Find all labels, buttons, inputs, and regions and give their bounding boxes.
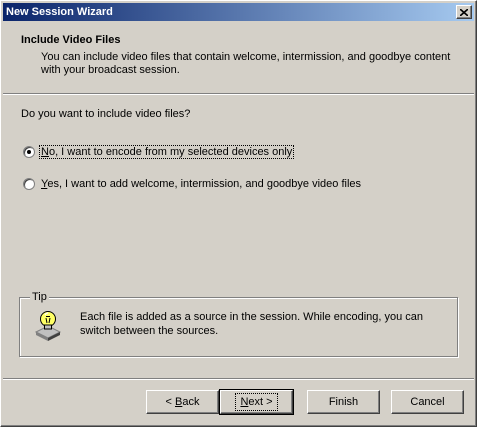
access-key: N	[41, 146, 49, 158]
window-title: New Session Wizard	[6, 6, 113, 18]
label-text: ack	[182, 396, 200, 408]
label-text: es, I want to add welcome, intermission,…	[47, 178, 361, 190]
tip-text: Each file is added as a source in the se…	[80, 311, 424, 337]
cancel-button-label: Cancel	[410, 396, 445, 408]
lightbulb-icon	[34, 310, 62, 347]
radio-add-video-files[interactable]	[23, 178, 35, 190]
title-bar: New Session Wizard	[3, 3, 474, 21]
option-encode-devices-label[interactable]: No, I want to encode from my selected de…	[38, 145, 295, 159]
footer-divider	[3, 378, 474, 380]
option-add-video-files[interactable]: Yes, I want to add welcome, intermission…	[23, 178, 362, 190]
page-description: You can include video files that contain…	[41, 51, 451, 76]
back-button-label: < Back	[164, 396, 202, 408]
label-text: o, I want to encode from my selected dev…	[48, 146, 293, 158]
finish-button-label: Finish	[328, 396, 359, 408]
close-icon	[460, 8, 468, 16]
next-button[interactable]: Next >	[219, 389, 294, 415]
next-button-label: Next >	[235, 393, 278, 411]
label-text: ext >	[248, 396, 273, 408]
back-button[interactable]: < Back	[146, 390, 219, 414]
option-add-video-files-label[interactable]: Yes, I want to add welcome, intermission…	[40, 178, 362, 190]
label-prefix: <	[165, 396, 175, 408]
tip-group: Tip Each file is added as a source in th…	[19, 291, 458, 357]
finish-button[interactable]: Finish	[307, 390, 380, 414]
page-title: Include Video Files	[21, 34, 121, 46]
cancel-button[interactable]: Cancel	[391, 390, 464, 414]
header-divider	[3, 93, 474, 95]
close-button[interactable]	[456, 5, 472, 19]
header-panel: Include Video Files You can include vide…	[3, 22, 474, 92]
radio-encode-devices[interactable]	[23, 146, 35, 158]
wizard-window: New Session Wizard Include Video Files Y…	[0, 0, 477, 427]
tip-legend: Tip	[30, 291, 49, 303]
question-label: Do you want to include video files?	[21, 108, 191, 120]
option-encode-devices[interactable]: No, I want to encode from my selected de…	[23, 145, 295, 159]
